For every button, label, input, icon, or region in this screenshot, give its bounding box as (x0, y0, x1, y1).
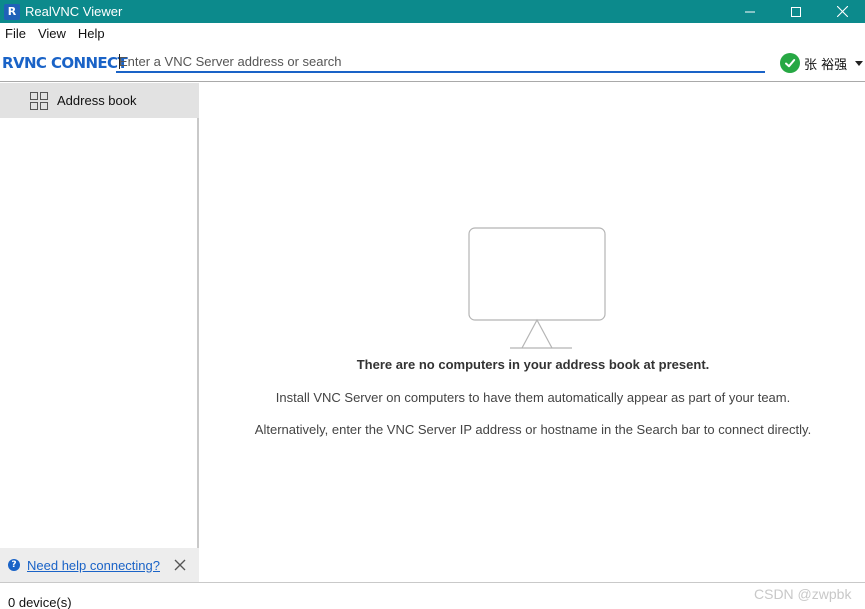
sidebar-item-label: Address book (57, 93, 137, 108)
minimize-button[interactable] (727, 0, 773, 23)
text-caret (119, 54, 120, 69)
help-icon: ? (8, 559, 20, 571)
need-help-link[interactable]: Need help connecting? (27, 558, 160, 573)
menu-file[interactable]: File (0, 26, 32, 41)
close-window-button[interactable] (819, 0, 865, 23)
close-icon (174, 559, 186, 571)
title-bar: R RealVNC Viewer (0, 0, 865, 23)
toolbar: RVNC CONNECT 张 裕强 (0, 44, 865, 82)
empty-state-hint: Alternatively, enter the VNC Server IP a… (254, 422, 812, 437)
check-circle-icon (780, 53, 800, 73)
vnc-connect-logo: RVNC CONNECT (2, 54, 128, 72)
maximize-icon (791, 6, 801, 17)
window-controls (727, 0, 865, 23)
menu-view[interactable]: View (32, 26, 72, 41)
main-content: There are no computers in your address b… (201, 83, 865, 582)
chevron-down-icon[interactable] (855, 60, 864, 66)
close-icon (836, 6, 848, 17)
menu-bar: File View Help (0, 23, 865, 44)
help-bar: ? Need help connecting? (0, 548, 199, 582)
window-title: RealVNC Viewer (25, 4, 123, 19)
empty-state-message: Install VNC Server on computers to have … (275, 390, 791, 405)
account-menu[interactable]: 张 裕强 (780, 52, 864, 74)
empty-state-title: There are no computers in your address b… (356, 357, 710, 372)
dismiss-help-button[interactable] (174, 559, 186, 571)
sidebar-item-address-book[interactable]: Address book (0, 83, 199, 118)
sidebar: Address book ? Need help connecting? (0, 83, 199, 582)
app-icon-letter: R (7, 4, 17, 18)
account-name: 张 裕强 (804, 57, 848, 73)
realvnc-app-icon: R (4, 3, 20, 20)
maximize-button[interactable] (773, 0, 819, 23)
search-input[interactable] (116, 51, 765, 71)
status-bar: 0 device(s) CSDN @zwpbk (0, 582, 865, 609)
watermark: CSDN @zwpbk (754, 586, 852, 602)
search-box[interactable] (116, 51, 765, 73)
minimize-icon (745, 11, 755, 12)
device-count: 0 device(s) (8, 595, 72, 609)
grid-icon (30, 91, 48, 110)
menu-help[interactable]: Help (72, 26, 111, 41)
monitor-icon (468, 227, 606, 349)
